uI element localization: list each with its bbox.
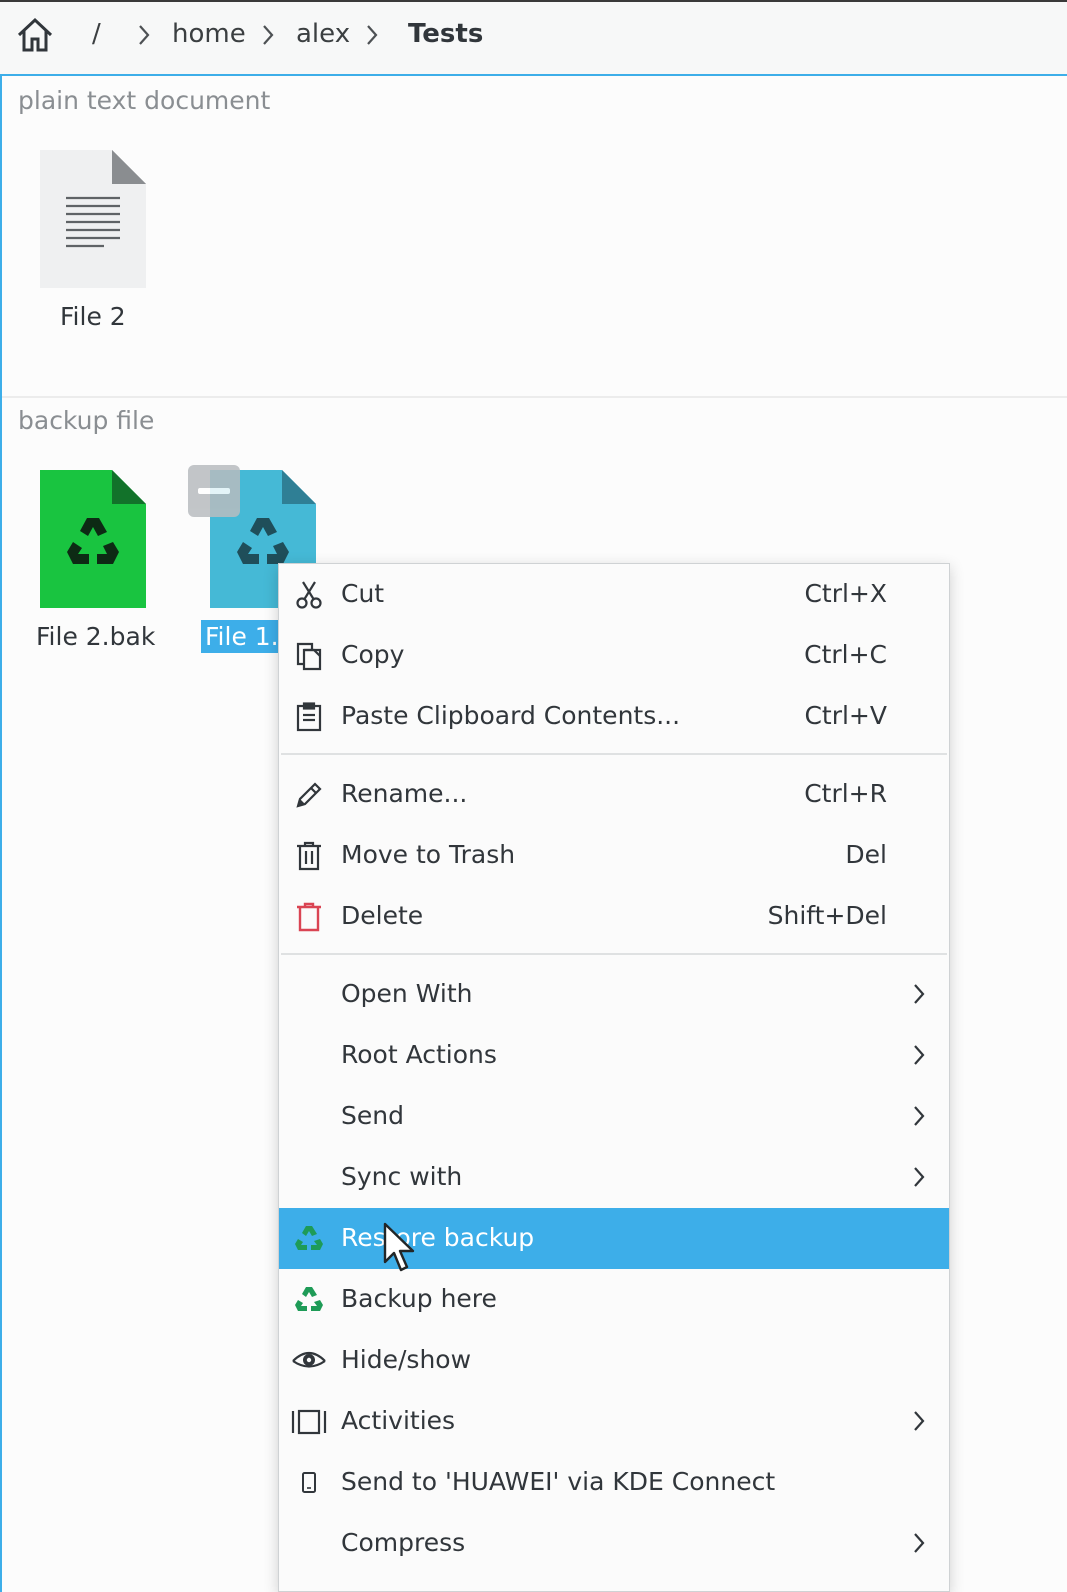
menu-item-kde-connect[interactable]: Send to 'HUAWEI' via KDE Connect: [279, 1452, 949, 1513]
menu-item-label: Compress: [341, 1528, 466, 1557]
menu-item-move-to-trash[interactable]: Move to Trash Del: [279, 825, 949, 886]
menu-item-label: Cut: [341, 579, 385, 608]
menu-item-label: Open With: [341, 979, 473, 1008]
menu-item-open-with[interactable]: Open With: [279, 964, 949, 1025]
recycle-icon: [291, 1282, 327, 1318]
menu-item-label: Send to 'HUAWEI' via KDE Connect: [341, 1467, 776, 1496]
home-button[interactable]: [12, 12, 58, 58]
menu-item-label: Root Actions: [341, 1040, 497, 1069]
paste-icon: [291, 699, 327, 735]
rename-icon: [291, 777, 327, 813]
menu-item-sync-with[interactable]: Sync with: [279, 1147, 949, 1208]
group-title-plain-text: plain text document: [18, 86, 271, 115]
menu-item-label: Send: [341, 1101, 404, 1130]
menu-item-cut[interactable]: Cut Ctrl+X: [279, 564, 949, 625]
shortcut-label: Ctrl+V: [804, 701, 887, 730]
breadcrumb-alex[interactable]: alex: [296, 17, 350, 51]
deselect-toggle-button[interactable]: [188, 465, 240, 517]
menu-item-label: Backup here: [341, 1284, 497, 1313]
chevron-right-icon: [907, 980, 931, 1008]
menu-item-label: Sync with: [341, 1162, 463, 1191]
menu-item-label: Move to Trash: [341, 840, 516, 869]
delete-icon: [291, 899, 327, 935]
shortcut-label: Shift+Del: [767, 901, 887, 930]
file-name-label[interactable]: File 2.bak: [36, 622, 155, 651]
activities-icon: [291, 1404, 327, 1440]
cut-icon: [291, 577, 327, 613]
menu-item-rename[interactable]: Rename... Ctrl+R: [279, 764, 949, 825]
chevron-right-icon: [907, 1163, 931, 1191]
chevron-right-icon: [134, 22, 154, 48]
trash-icon: [291, 838, 327, 874]
menu-item-hide-show[interactable]: Hide/show: [279, 1330, 949, 1391]
chevron-right-icon: [258, 22, 278, 48]
shortcut-label: Ctrl+C: [804, 640, 887, 669]
menu-item-activities[interactable]: Activities: [279, 1391, 949, 1452]
chevron-right-icon: [907, 1041, 931, 1069]
backup-file-icon[interactable]: [40, 470, 146, 608]
menu-item-restore-backup[interactable]: Restore backup: [279, 1208, 949, 1269]
menu-item-delete[interactable]: Delete Shift+Del: [279, 886, 949, 947]
menu-item-label: Paste Clipboard Contents...: [341, 701, 681, 730]
menu-item-backup-here[interactable]: Backup here: [279, 1269, 949, 1330]
text-document-icon[interactable]: [40, 150, 146, 288]
mouse-cursor-icon: [383, 1222, 415, 1272]
menu-item-label: Copy: [341, 640, 405, 669]
shortcut-label: Del: [845, 840, 887, 869]
phone-icon: [291, 1465, 327, 1501]
chevron-right-icon: [907, 1407, 931, 1435]
file-name-label-selected[interactable]: File 1.: [201, 620, 283, 653]
menu-item-root-actions[interactable]: Root Actions: [279, 1025, 949, 1086]
menu-item-send[interactable]: Send: [279, 1086, 949, 1147]
shortcut-label: Ctrl+X: [804, 579, 887, 608]
chevron-right-icon: [907, 1102, 931, 1130]
menu-item-label: Hide/show: [341, 1345, 472, 1374]
menu-item-copy[interactable]: Copy Ctrl+C: [279, 625, 949, 686]
menu-item-label: Delete: [341, 901, 424, 930]
shortcut-label: Ctrl+R: [804, 779, 887, 808]
menu-separator: [281, 953, 947, 955]
menu-item-paste[interactable]: Paste Clipboard Contents... Ctrl+V: [279, 686, 949, 747]
context-menu: Cut Ctrl+X Copy Ctrl+C Paste Clipboard C…: [278, 563, 950, 1592]
menu-item-label: Restore backup: [341, 1223, 535, 1252]
chevron-right-icon: [907, 1529, 931, 1557]
group-title-backup: backup file: [18, 406, 155, 435]
chevron-right-icon: [362, 22, 382, 48]
menu-item-compress[interactable]: Compress: [279, 1513, 949, 1574]
breadcrumb-current[interactable]: Tests: [408, 17, 483, 51]
home-icon: [17, 17, 53, 52]
breadcrumb-root[interactable]: /: [92, 17, 101, 51]
copy-icon: [291, 638, 327, 674]
recycle-icon: [291, 1221, 327, 1257]
eye-icon: [291, 1343, 327, 1379]
menu-item-label: Activities: [341, 1406, 456, 1435]
file-name-label[interactable]: File 2: [60, 302, 126, 331]
group-divider: [2, 396, 1067, 398]
breadcrumb-home[interactable]: home: [172, 17, 246, 51]
menu-separator: [281, 753, 947, 755]
menu-item-label: Rename...: [341, 779, 468, 808]
breadcrumb-bar: / home alex Tests: [0, 0, 1067, 74]
